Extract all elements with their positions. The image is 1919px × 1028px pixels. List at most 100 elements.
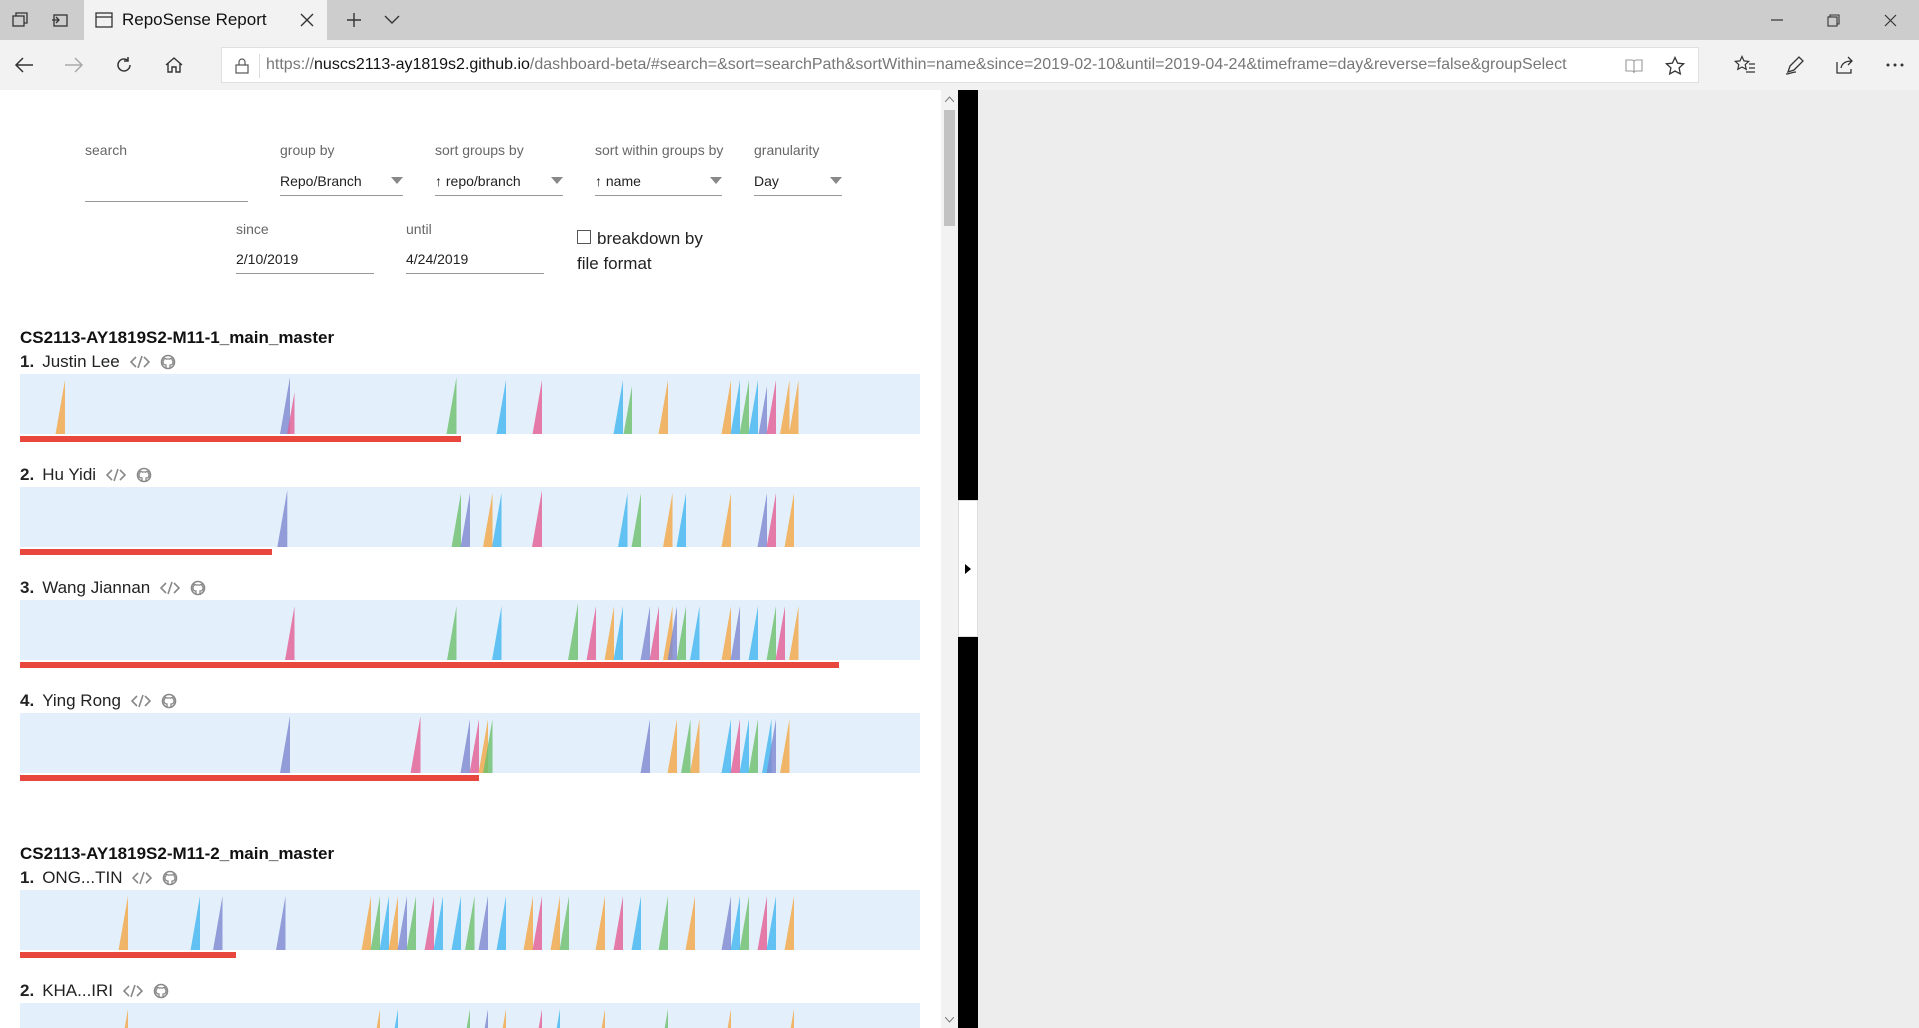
code-icon[interactable] <box>132 871 153 885</box>
code-icon[interactable] <box>106 468 127 482</box>
ramp-slice <box>758 386 767 434</box>
ramp-slice <box>532 380 542 434</box>
ramp-slice <box>465 896 475 950</box>
group-title: CS2113-AY1819S2-M11-1_main_master <box>20 328 335 347</box>
url-field[interactable]: https://nuscs2113-ay1819s2.github.io/das… <box>221 47 1699 83</box>
code-icon[interactable] <box>129 355 150 369</box>
github-icon[interactable] <box>162 870 178 886</box>
author-label: Justin Lee <box>42 352 120 371</box>
code-icon[interactable] <box>130 694 151 708</box>
detail-panel <box>978 90 1919 1028</box>
minimize-icon[interactable] <box>1749 0 1805 40</box>
more-icon[interactable] <box>1875 45 1915 85</box>
ramp-slice <box>730 380 740 434</box>
ramp-slice <box>790 1009 794 1028</box>
ramp-chart[interactable] <box>20 374 920 434</box>
window-close-icon[interactable] <box>1862 0 1918 40</box>
ramp-slice <box>568 603 578 660</box>
granularity-select[interactable]: Day <box>754 168 842 196</box>
ramp-slice <box>739 896 749 950</box>
ramp-slice <box>784 896 794 950</box>
code-icon[interactable] <box>123 984 144 998</box>
since-date-input[interactable]: 2/10/2019 <box>236 246 374 274</box>
author-name: 1. Justin Lee <box>20 352 176 372</box>
pen-icon[interactable] <box>1775 45 1815 85</box>
scroll-thumb[interactable] <box>944 110 955 226</box>
ramp-slice <box>280 377 290 434</box>
github-icon[interactable] <box>136 467 152 483</box>
ramp-slice <box>433 896 443 950</box>
scroll-up-icon[interactable] <box>941 90 958 107</box>
breakdown-checkbox[interactable] <box>577 230 591 244</box>
ramp-slice <box>721 719 731 773</box>
plus-icon[interactable] <box>334 0 374 40</box>
github-icon[interactable] <box>190 580 206 596</box>
star-icon[interactable] <box>1664 55 1686 77</box>
scrollbar[interactable] <box>941 90 958 1028</box>
ramp-slice <box>748 606 758 660</box>
sort-within-label: sort within groups by <box>595 142 724 158</box>
contribution-bar <box>20 952 236 958</box>
set-aside-icon[interactable] <box>40 0 80 40</box>
refresh-icon[interactable] <box>104 45 144 85</box>
ramp-chart[interactable] <box>20 1003 920 1028</box>
ramp-slice <box>424 896 434 950</box>
close-icon[interactable] <box>293 6 321 34</box>
ramp-slice <box>766 606 776 660</box>
ramp-slice <box>406 896 416 950</box>
sort-groups-label: sort groups by <box>435 142 524 158</box>
caret-down-icon <box>551 177 563 184</box>
ramp-slice <box>447 606 457 660</box>
author-index: 1. <box>20 352 35 371</box>
ramp-slice <box>484 1009 488 1028</box>
restore-icon[interactable] <box>1805 0 1861 40</box>
ramp-slice <box>766 493 776 547</box>
ramp-chart[interactable] <box>20 487 920 547</box>
chevron-down-icon[interactable] <box>372 0 412 40</box>
arrow-right-icon[interactable] <box>54 45 94 85</box>
ramp-slice <box>492 493 502 547</box>
lock-icon[interactable] <box>232 56 252 76</box>
ramp-slice <box>690 606 700 660</box>
ramp-slice <box>446 377 457 434</box>
page-icon <box>94 10 114 30</box>
ramp-slice <box>613 606 623 660</box>
ramp-slice <box>492 606 502 660</box>
github-icon[interactable] <box>153 983 169 999</box>
ramp-slice <box>618 493 628 547</box>
author-label: Ying Rong <box>42 691 121 710</box>
arrow-left-icon[interactable] <box>4 45 44 85</box>
tab-title: RepoSense Report <box>122 10 267 29</box>
share-icon[interactable] <box>1825 45 1865 85</box>
ramp-slice <box>748 380 758 434</box>
contribution-bar <box>20 436 461 442</box>
favorites-icon[interactable] <box>1725 45 1765 85</box>
search-input[interactable] <box>85 174 248 202</box>
scroll-down-icon[interactable] <box>941 1011 958 1028</box>
github-icon[interactable] <box>161 693 177 709</box>
panel-divider[interactable] <box>958 90 978 1028</box>
tabs-aside-icon[interactable] <box>0 0 40 40</box>
ramp-slice <box>556 1009 560 1028</box>
until-date-input[interactable]: 4/24/2019 <box>406 246 544 274</box>
tab-reposense[interactable]: RepoSense Report <box>84 0 327 40</box>
sort-within-select[interactable]: ↑ name <box>595 168 722 196</box>
group-title: CS2113-AY1819S2-M11-2_main_master <box>20 844 335 863</box>
reading-view-icon[interactable] <box>1624 56 1644 76</box>
ramp-chart[interactable] <box>20 713 920 773</box>
ramp-slice <box>502 1009 506 1028</box>
ramp-slice <box>757 493 767 547</box>
home-icon[interactable] <box>154 45 194 85</box>
ramp-slice <box>721 896 731 950</box>
ramp-chart[interactable] <box>20 890 920 950</box>
author-label: Hu Yidi <box>42 465 97 484</box>
sort-groups-select[interactable]: ↑ repo/branch <box>435 168 563 196</box>
groupby-select[interactable]: Repo/Branch <box>280 168 403 196</box>
ramp-slice <box>730 896 740 950</box>
ramp-slice <box>361 896 371 950</box>
expand-panel-handle[interactable] <box>958 500 978 637</box>
code-icon[interactable] <box>160 581 181 595</box>
ramp-slice <box>780 380 790 434</box>
ramp-chart[interactable] <box>20 600 920 660</box>
github-icon[interactable] <box>160 354 176 370</box>
